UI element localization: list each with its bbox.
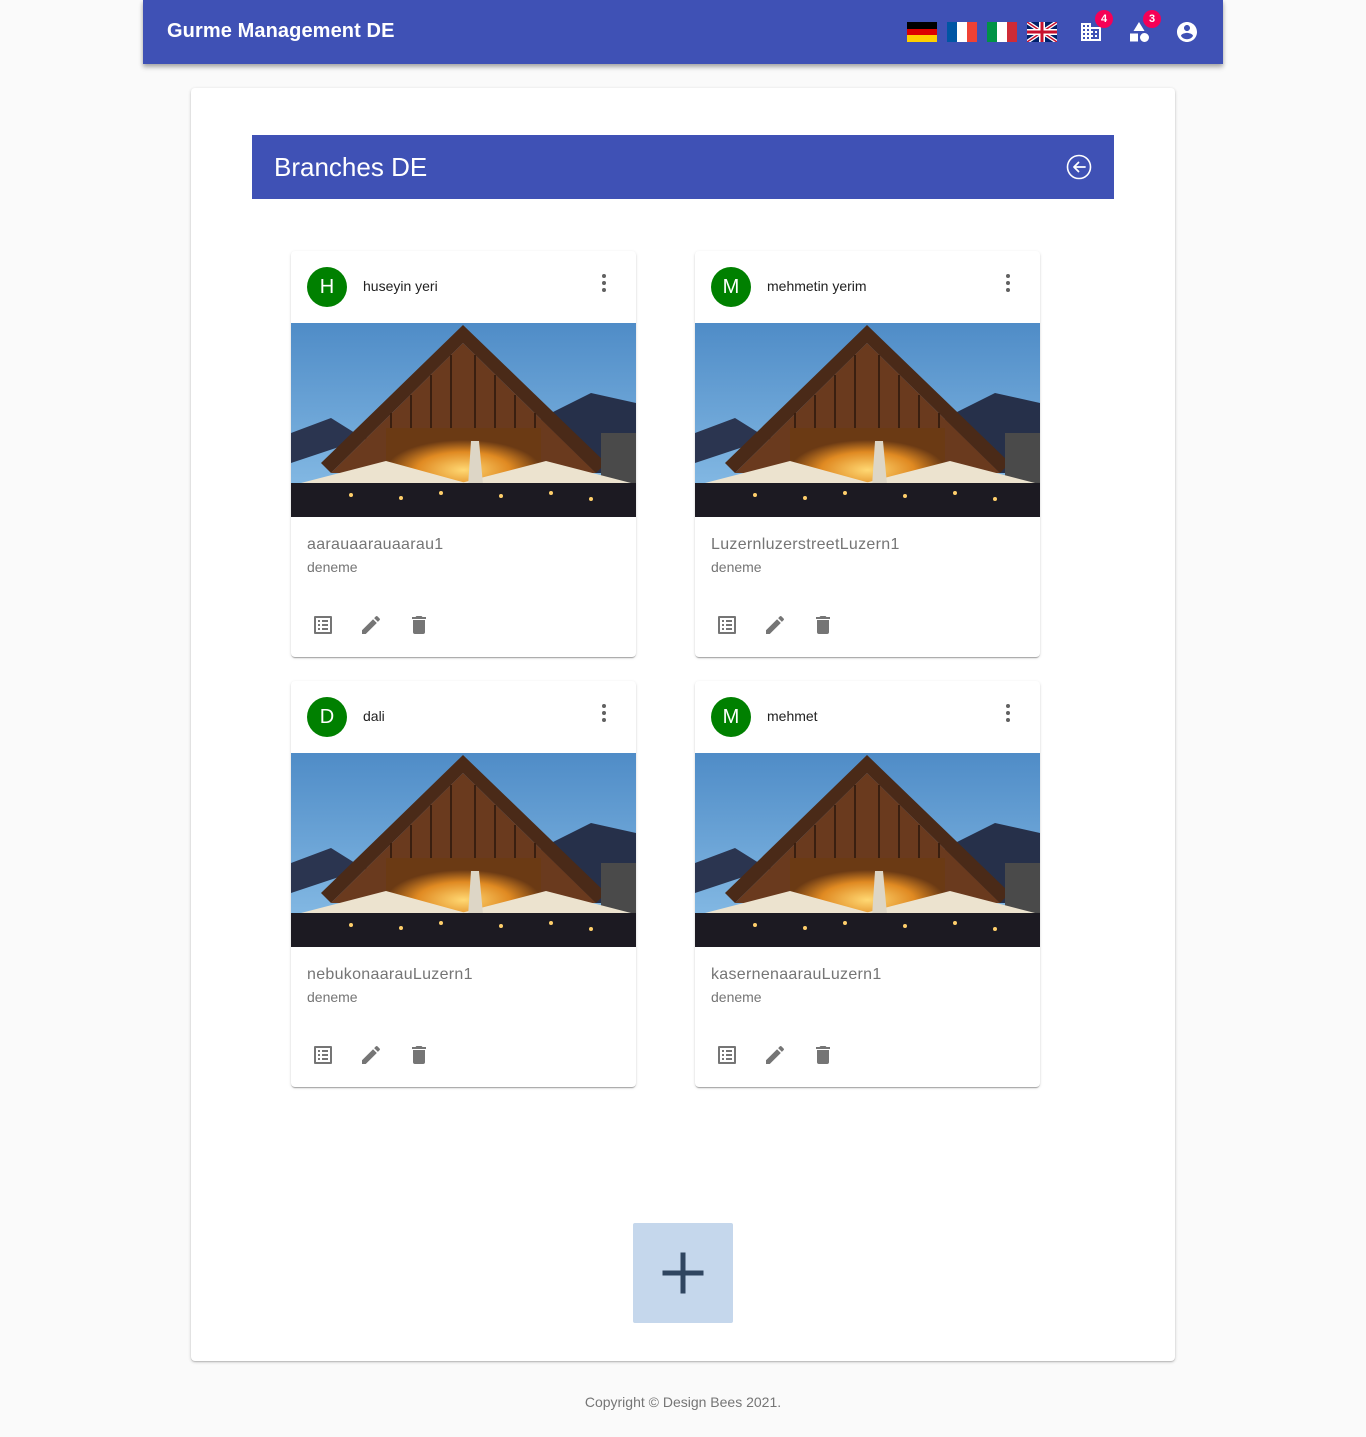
branch-description: deneme	[711, 989, 762, 1005]
branch-description: deneme	[307, 559, 358, 575]
edit-button[interactable]	[359, 613, 383, 637]
details-button[interactable]	[311, 1043, 335, 1067]
delete-button[interactable]	[811, 613, 835, 637]
arrow-back-circle-icon	[1066, 154, 1092, 180]
branch-name: mehmet	[767, 708, 818, 724]
branch-photo	[695, 753, 1040, 947]
app-bar: Gurme Management DE 4 3	[143, 0, 1223, 64]
more-vert-icon	[1006, 274, 1010, 292]
branch-card: H huseyin yeri aarauaarauaarau1 deneme	[291, 251, 636, 657]
footer: Copyright © Design Bees 2021.	[0, 1394, 1366, 1410]
more-vert-icon	[602, 704, 606, 722]
account-button[interactable]	[1175, 20, 1199, 44]
plus-icon	[662, 1252, 704, 1294]
edit-icon	[766, 1045, 785, 1064]
branch-address: kasernenaarauLuzern1	[711, 966, 882, 983]
edit-button[interactable]	[359, 1043, 383, 1067]
copyright-text: Copyright © Design Bees 2021.	[584, 1394, 782, 1410]
avatar: H	[307, 267, 347, 307]
add-branch-button[interactable]	[633, 1223, 733, 1323]
page-title: Branches DE	[274, 152, 428, 182]
avatar: D	[307, 697, 347, 737]
german-flag-icon[interactable]	[907, 22, 937, 42]
branch-address: aarauaarauaarau1	[307, 536, 444, 553]
delete-icon	[412, 1046, 426, 1064]
edit-button[interactable]	[763, 613, 787, 637]
avatar: M	[711, 697, 751, 737]
branch-photo	[695, 323, 1040, 517]
branches-badge: 4	[1095, 10, 1113, 28]
account-circle-icon	[1177, 22, 1197, 42]
categories-button[interactable]: 3	[1127, 10, 1161, 44]
avatar: M	[711, 267, 751, 307]
branch-photo	[291, 323, 636, 517]
branch-description: deneme	[307, 989, 358, 1005]
edit-button[interactable]	[763, 1043, 787, 1067]
delete-icon	[816, 616, 830, 634]
more-menu-button[interactable]	[996, 701, 1020, 725]
branch-photo	[291, 753, 636, 947]
more-vert-icon	[602, 274, 606, 292]
list-icon	[718, 1046, 736, 1064]
delete-button[interactable]	[811, 1043, 835, 1067]
italian-flag-icon[interactable]	[987, 22, 1017, 42]
more-menu-button[interactable]	[996, 271, 1020, 295]
details-button[interactable]	[715, 1043, 739, 1067]
branch-description: deneme	[711, 559, 762, 575]
delete-icon	[412, 616, 426, 634]
app-title[interactable]: Gurme Management DE	[167, 20, 395, 43]
more-vert-icon	[1006, 704, 1010, 722]
list-icon	[314, 616, 332, 634]
uk-flag-icon[interactable]	[1027, 22, 1057, 42]
delete-button[interactable]	[407, 1043, 431, 1067]
branch-name: dali	[363, 708, 385, 724]
edit-icon	[766, 615, 785, 634]
branch-card: M mehmet kasernenaarauLuzern1 deneme	[695, 681, 1040, 1087]
delete-button[interactable]	[407, 613, 431, 637]
edit-icon	[362, 1045, 381, 1064]
more-menu-button[interactable]	[592, 701, 616, 725]
branch-card: M mehmetin yerim LuzernluzerstreetLuzern…	[695, 251, 1040, 657]
details-button[interactable]	[311, 613, 335, 637]
list-icon	[314, 1046, 332, 1064]
branch-address: nebukonaarauLuzern1	[307, 966, 473, 983]
back-button[interactable]	[1066, 154, 1092, 180]
branch-address: LuzernluzerstreetLuzern1	[711, 536, 900, 553]
page-header: Branches DE	[252, 135, 1114, 199]
branch-card: D dali nebukonaarauLuzern1 deneme	[291, 681, 636, 1087]
list-icon	[718, 616, 736, 634]
more-menu-button[interactable]	[592, 271, 616, 295]
branch-name: huseyin yeri	[363, 278, 438, 294]
branches-button[interactable]: 4	[1079, 10, 1113, 44]
edit-icon	[362, 615, 381, 634]
delete-icon	[816, 1046, 830, 1064]
branch-name: mehmetin yerim	[767, 278, 867, 294]
categories-badge: 3	[1143, 10, 1161, 28]
details-button[interactable]	[715, 613, 739, 637]
branches-panel: Branches DE H huseyin yeri aarauaarauaar…	[191, 88, 1175, 1361]
french-flag-icon[interactable]	[947, 22, 977, 42]
